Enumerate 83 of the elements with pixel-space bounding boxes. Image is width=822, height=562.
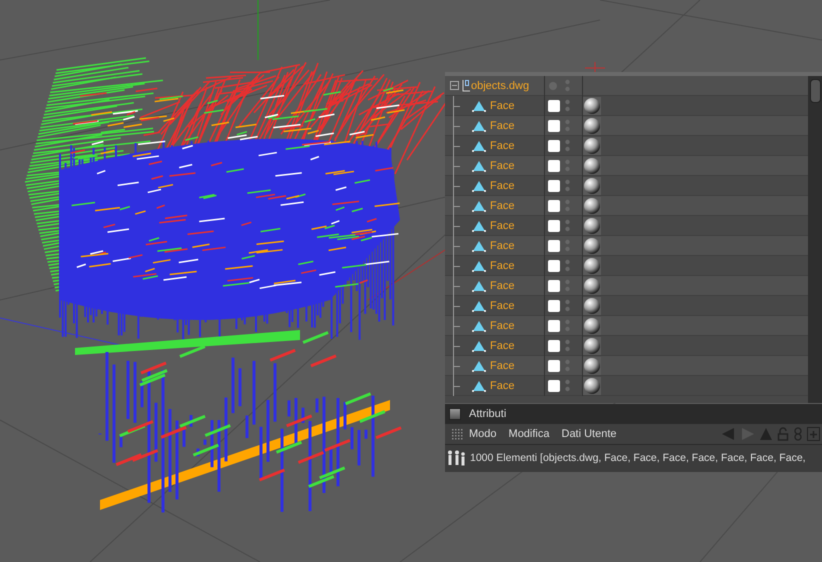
object-name[interactable]: Face [490,220,514,232]
scrollbar-thumb[interactable] [810,79,820,103]
layer-swatch-icon[interactable] [548,100,560,112]
panel-title: Attributi [469,408,506,420]
lock-icon[interactable] [777,427,789,441]
material-sphere-icon[interactable] [583,257,601,275]
polygon-object-icon [472,120,486,132]
menu-item[interactable]: Modifica [502,428,556,440]
object-name[interactable]: objects.dwg [471,80,530,92]
object-name[interactable]: Face [490,360,514,372]
material-sphere-icon[interactable] [583,337,601,355]
material-sphere-icon[interactable] [583,317,601,335]
object-name[interactable]: Face [490,240,514,252]
polygon-object-icon [472,220,486,232]
up-arrow-icon[interactable] [759,427,773,441]
menu-item[interactable]: Dati Utente [556,428,623,440]
object-name[interactable]: Face [490,280,514,292]
back-arrow-icon[interactable] [721,427,735,441]
polygon-object-icon [472,240,486,252]
object-name[interactable]: Face [490,380,514,392]
object-name[interactable]: Face [490,320,514,332]
polygon-object-icon [472,100,486,112]
layer-swatch-icon[interactable] [548,300,560,312]
material-sphere-icon[interactable] [583,377,601,395]
material-sphere-icon[interactable] [583,157,601,175]
polygon-object-icon [472,180,486,192]
layer-swatch-icon[interactable] [548,280,560,292]
layer-swatch-icon[interactable] [548,240,560,252]
material-sphere-icon[interactable] [583,357,601,375]
layer-swatch-icon[interactable] [548,200,560,212]
object-name[interactable]: Face [490,100,514,112]
material-sphere-icon[interactable] [583,177,601,195]
layer-swatch-icon[interactable] [548,380,560,392]
layer-swatch-icon[interactable] [548,220,560,232]
object-name[interactable]: Face [490,120,514,132]
visibility-dots-icon[interactable] [565,299,570,313]
object-name[interactable]: Face [490,300,514,312]
material-sphere-icon[interactable] [583,277,601,295]
material-sphere-icon[interactable] [583,117,601,135]
polygon-object-icon [472,140,486,152]
material-sphere-icon[interactable] [583,197,601,215]
layer-swatch-icon[interactable] [548,260,560,272]
layer-swatch-icon[interactable] [548,360,560,372]
polygon-object-icon [472,160,486,172]
layer-swatch-icon[interactable] [548,160,560,172]
material-sphere-icon[interactable] [583,137,601,155]
visibility-dots-icon[interactable] [565,379,570,393]
polygon-object-icon [472,340,486,352]
object-name[interactable]: Face [490,260,514,272]
menu-item[interactable]: Modo [463,428,503,440]
layer-swatch-icon[interactable] [548,340,560,352]
visibility-dots-icon[interactable] [565,339,570,353]
material-sphere-icon[interactable] [583,237,601,255]
polygon-object-icon [472,300,486,312]
object-name[interactable]: Face [490,140,514,152]
polygon-object-icon [472,360,486,372]
selection-summary: 1000 Elementi [objects.dwg, Face, Face, Face, Face, Face, Face, Face, [470,452,806,464]
material-sphere-icon[interactable] [583,97,601,115]
visibility-dots-icon[interactable] [565,139,570,153]
polygon-object-icon [472,260,486,272]
new-panel-icon[interactable] [807,427,820,441]
layer-swatch-icon[interactable] [548,320,560,332]
visibility-dots-icon[interactable] [565,259,570,273]
polygon-object-icon [472,380,486,392]
polygon-object-icon [472,200,486,212]
layer-swatch-icon[interactable] [548,120,560,132]
visibility-dots-icon[interactable] [565,99,570,113]
panel-icon [449,408,461,420]
object-name[interactable]: Face [490,160,514,172]
object-name[interactable]: Face [490,180,514,192]
material-sphere-icon[interactable] [583,217,601,235]
link-icon[interactable] [793,427,803,441]
material-sphere-icon[interactable] [583,297,601,315]
object-name[interactable]: Face [490,340,514,352]
people-icon [447,450,467,466]
visibility-dots-icon[interactable] [565,179,570,193]
polygon-object-icon [472,320,486,332]
dotted-grid-icon[interactable] [451,428,463,440]
layer-swatch-icon[interactable] [548,140,560,152]
polygon-object-icon [472,280,486,292]
layer-swatch-icon[interactable] [548,180,560,192]
object-name[interactable]: Face [490,200,514,212]
visibility-dots-icon[interactable] [565,219,570,233]
